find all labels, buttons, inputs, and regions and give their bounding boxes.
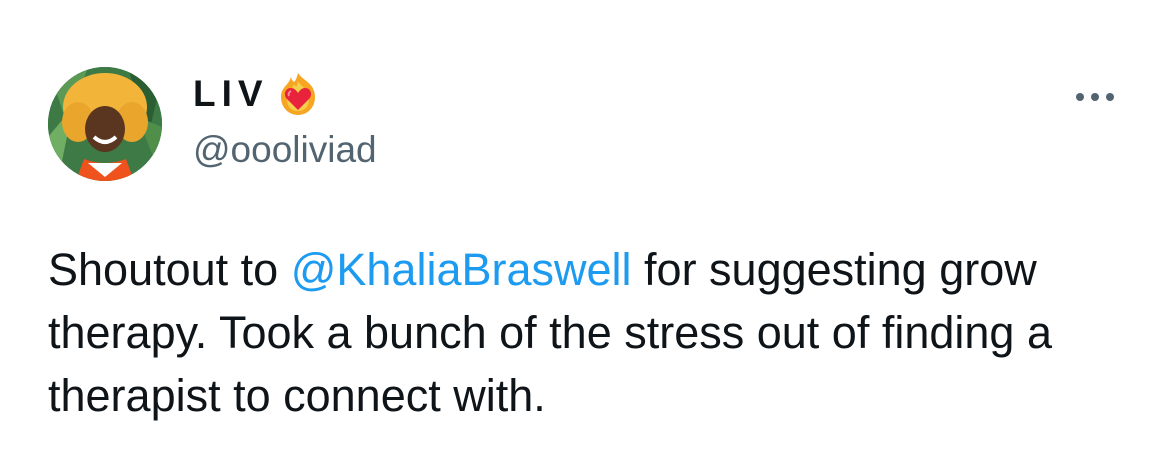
author-handle[interactable]: @oooliviad	[193, 126, 377, 174]
mention-link[interactable]: @KhaliaBraswell	[291, 244, 632, 295]
more-options-button[interactable]	[1070, 80, 1120, 114]
tweet-text-start: Shoutout to	[48, 244, 291, 295]
tweet-text: Shoutout to @KhaliaBraswell for suggesti…	[48, 238, 1128, 427]
avatar[interactable]	[48, 67, 162, 181]
tweet-card: LIV @oooliviad Shoutout to @KhaliaBraswe…	[0, 0, 1170, 472]
heart-on-fire-icon	[275, 71, 321, 117]
avatar-image	[48, 67, 162, 181]
author-name-row[interactable]: LIV	[193, 70, 321, 118]
more-horizontal-icon	[1076, 93, 1114, 101]
display-name[interactable]: LIV	[193, 70, 269, 118]
